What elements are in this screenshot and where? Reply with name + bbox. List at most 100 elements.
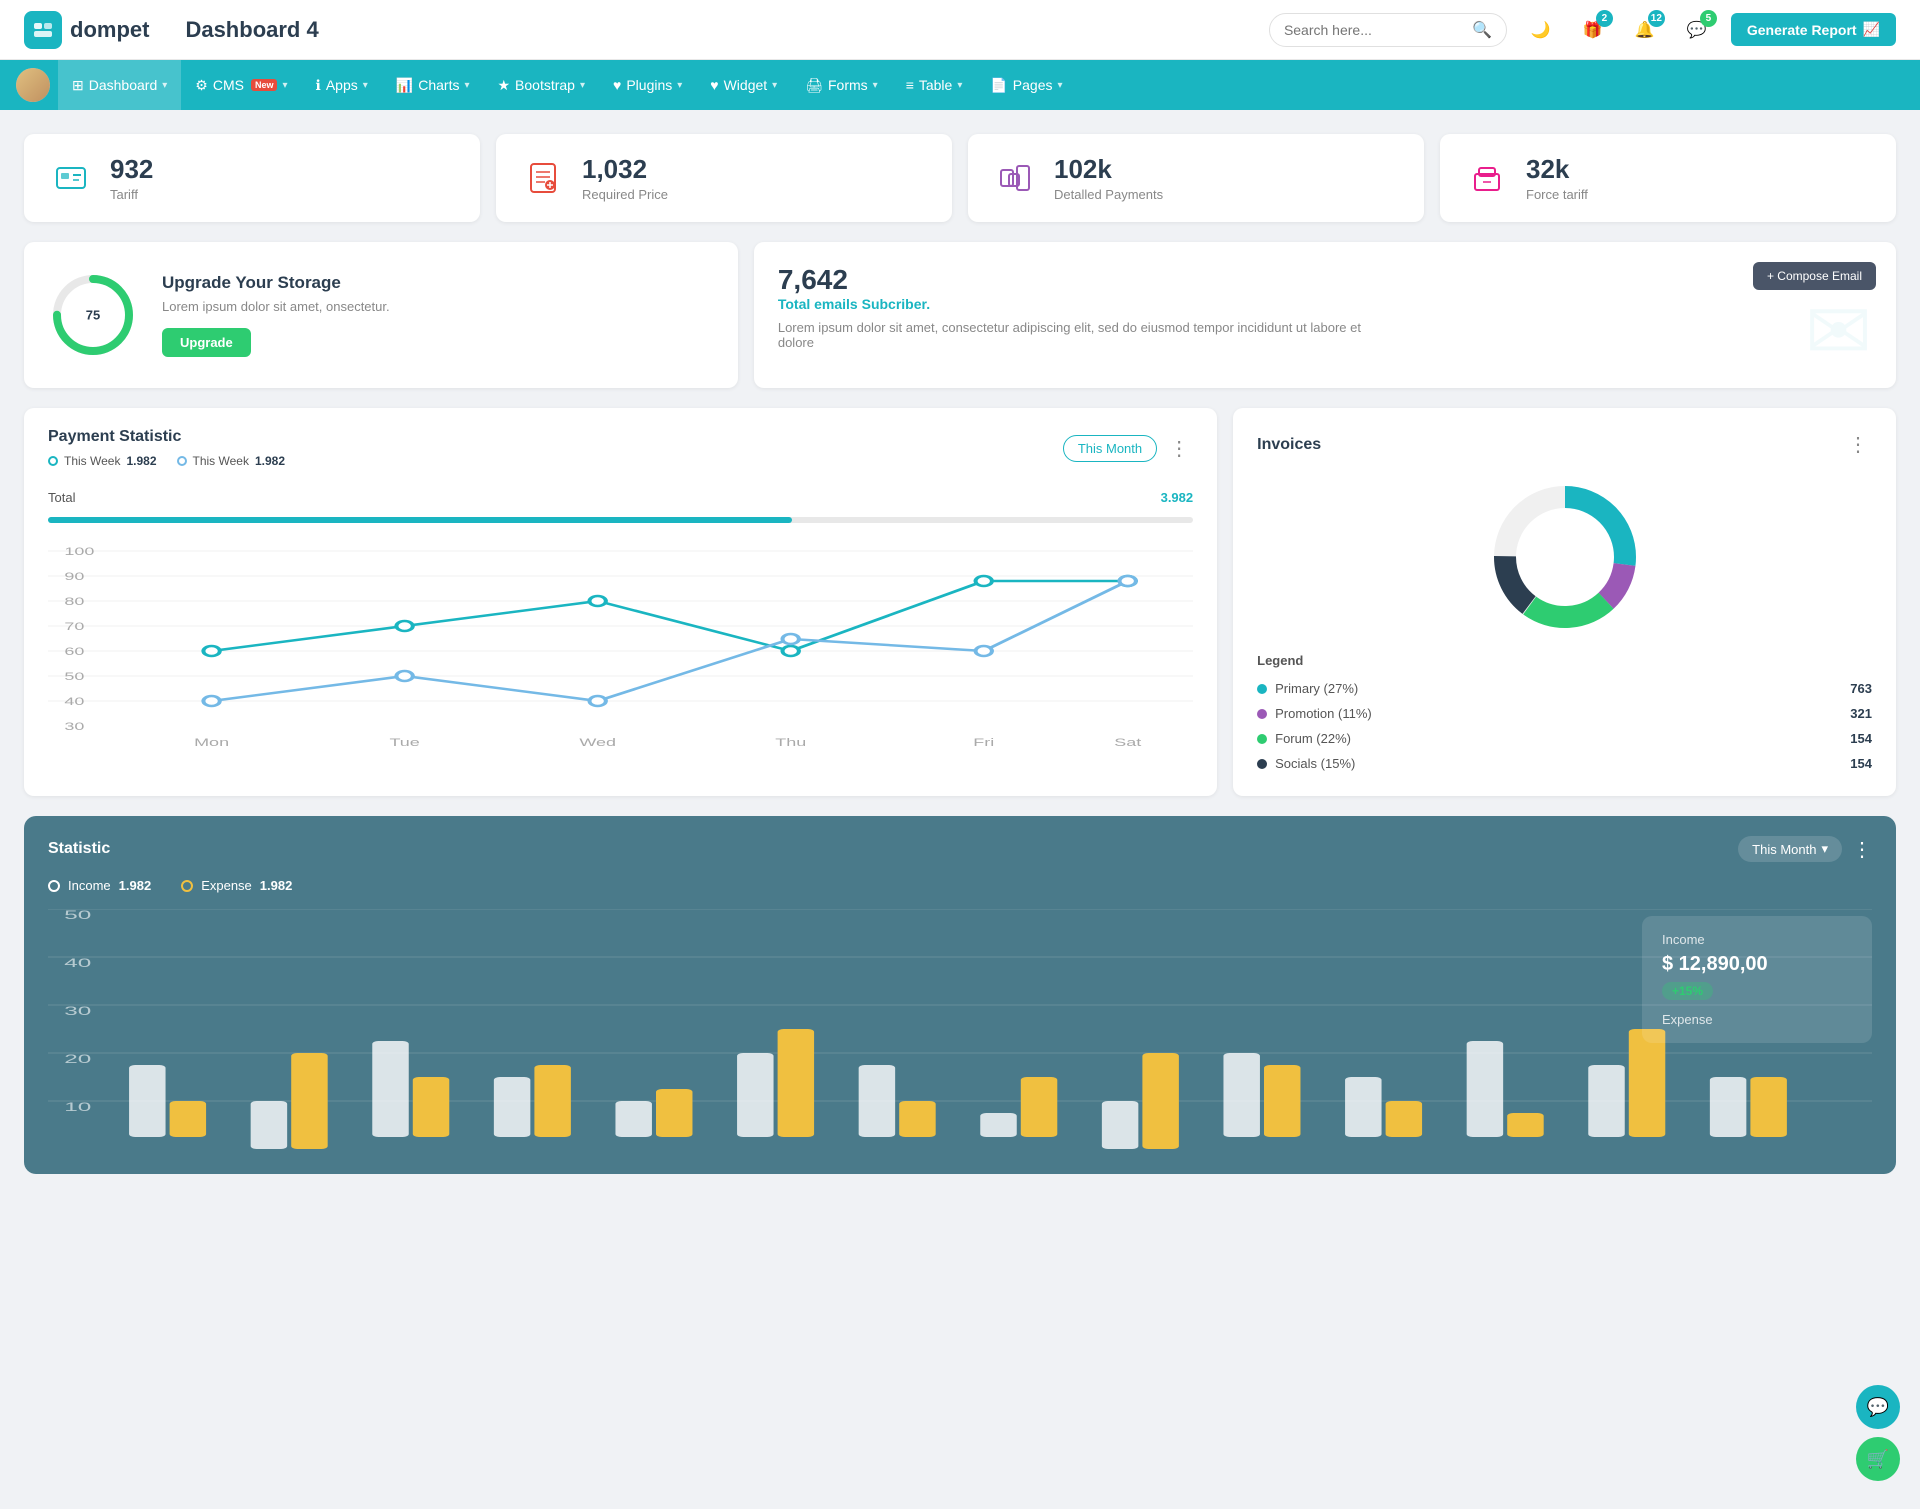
svg-text:Thu: Thu <box>775 737 806 749</box>
income-legend-dot <box>48 880 60 892</box>
pages-nav-label: Pages <box>1013 77 1053 93</box>
nav-item-charts[interactable]: 📊 Charts ▾ <box>382 60 484 110</box>
nav-item-dashboard[interactable]: ⊞ Dashboard ▾ <box>58 60 181 110</box>
cms-new-badge: New <box>251 79 278 91</box>
line-chart-svg: 100 90 80 70 60 50 40 30 Mon Tue Wed Thu… <box>48 531 1193 751</box>
widget-chevron-icon: ▾ <box>772 80 777 91</box>
required-price-label: Required Price <box>582 187 668 202</box>
expense-legend-dot <box>181 880 193 892</box>
storage-info: Upgrade Your Storage Lorem ipsum dolor s… <box>162 273 390 357</box>
generate-report-button[interactable]: Generate Report 📈 <box>1731 13 1896 46</box>
stat-card-required-price: 1,032 Required Price <box>496 134 952 222</box>
svg-text:90: 90 <box>64 571 84 583</box>
plugins-chevron-icon: ▾ <box>677 80 682 91</box>
inv-legend-forum-label: Forum (22%) <box>1257 731 1351 746</box>
nav-item-plugins[interactable]: ♥ Plugins ▾ <box>599 60 696 110</box>
apps-chevron-icon: ▾ <box>363 80 368 91</box>
promotion-label: Promotion (11%) <box>1275 706 1372 721</box>
stat-card-force-tariff: 32k Force tariff <box>1440 134 1896 222</box>
header-right: 🔍 🌙 🎁 2 🔔 12 💬 5 Generate Report 📈 <box>1269 12 1896 48</box>
statistic-section: Statistic This Month ▾ ⋮ Income 1.982 Ex… <box>24 816 1896 1174</box>
nav-item-forms[interactable]: 🖨 Forms ▾ <box>791 60 891 110</box>
header-left: dompet Dashboard 4 <box>24 11 319 49</box>
nav-item-widget[interactable]: ♥ Widget ▾ <box>696 60 791 110</box>
income-info-card: Income $ 12,890,00 +15% Expense <box>1642 916 1872 1043</box>
stat-controls: This Month ▾ ⋮ <box>1738 836 1872 862</box>
stat-filter-label: This Month <box>1752 842 1816 857</box>
stat-more-button[interactable]: ⋮ <box>1852 837 1872 862</box>
payment-filter-button[interactable]: This Month <box>1063 435 1157 462</box>
bootstrap-chevron-icon: ▾ <box>580 80 585 91</box>
forum-label: Forum (22%) <box>1275 731 1351 746</box>
required-price-value: 1,032 <box>582 154 668 185</box>
search-input[interactable] <box>1284 22 1464 38</box>
svg-text:50: 50 <box>64 671 84 683</box>
nav-item-apps[interactable]: ℹ Apps ▾ <box>302 60 382 110</box>
legend-item-0: This Week 1.982 <box>48 454 157 468</box>
storage-title: Upgrade Your Storage <box>162 273 390 293</box>
table-nav-label: Table <box>919 77 952 93</box>
logo-text: dompet <box>70 17 149 43</box>
email-subtitle: Total emails Subcriber. <box>778 296 1872 312</box>
nav-item-pages[interactable]: 📄 Pages ▾ <box>976 60 1076 110</box>
legend-header: Legend <box>1257 653 1872 668</box>
chart-icon: 📈 <box>1863 21 1880 38</box>
storage-percent-label: 75 <box>86 308 100 323</box>
progress-bar <box>48 517 792 523</box>
upgrade-button[interactable]: Upgrade <box>162 328 251 357</box>
search-box[interactable]: 🔍 <box>1269 13 1507 47</box>
tariff-value: 932 <box>110 154 153 185</box>
support-float-button[interactable]: 💬 <box>1856 1385 1900 1429</box>
charts-nav-label: Charts <box>418 77 459 93</box>
income-legend-value: 1.982 <box>119 878 152 893</box>
force-tariff-label: Force tariff <box>1526 187 1588 202</box>
stat-legend: Income 1.982 Expense 1.982 <box>48 878 1872 893</box>
required-price-icon <box>520 155 566 201</box>
stat-filter-button[interactable]: This Month ▾ <box>1738 836 1842 862</box>
expense-legend-value: 1.982 <box>260 878 293 893</box>
svg-text:80: 80 <box>64 596 84 608</box>
charts-row: Payment Statistic This Week 1.982 This W… <box>24 408 1896 796</box>
apps-nav-label: Apps <box>326 77 358 93</box>
cms-chevron-icon: ▾ <box>282 80 287 91</box>
bell-button[interactable]: 🔔 12 <box>1627 12 1663 48</box>
svg-text:60: 60 <box>64 646 84 658</box>
search-icon[interactable]: 🔍 <box>1472 20 1492 40</box>
email-bg-icon: ✉ <box>1805 285 1872 378</box>
statistic-chart-area: 50 40 30 20 10 <box>48 909 1872 1154</box>
chat-button[interactable]: 💬 5 <box>1679 12 1715 48</box>
invoices-more-button[interactable]: ⋮ <box>1844 428 1872 461</box>
charts-chevron-icon: ▾ <box>464 80 469 91</box>
svg-text:40: 40 <box>64 957 91 970</box>
mid-row: 75 Upgrade Your Storage Lorem ipsum dolo… <box>24 242 1896 388</box>
svg-text:100: 100 <box>64 546 94 558</box>
inv-legend-promotion: Promotion (11%) 321 <box>1257 701 1872 726</box>
force-tariff-value: 32k <box>1526 154 1588 185</box>
promotion-value: 321 <box>1850 706 1872 721</box>
force-tariff-icon <box>1464 155 1510 201</box>
shop-float-button[interactable]: 🛒 <box>1856 1437 1900 1481</box>
nav-item-cms[interactable]: ⚙ CMS New ▾ <box>181 60 301 110</box>
moon-toggle[interactable]: 🌙 <box>1523 12 1559 48</box>
logo-icon <box>24 11 62 49</box>
payment-more-button[interactable]: ⋮ <box>1165 432 1193 465</box>
nav-item-bootstrap[interactable]: ★ Bootstrap ▾ <box>483 60 599 110</box>
payment-chart-header: Payment Statistic This Week 1.982 This W… <box>48 428 1193 468</box>
svg-text:30: 30 <box>64 1005 91 1018</box>
socials-value: 154 <box>1850 756 1872 771</box>
legend-dot-1 <box>177 456 187 466</box>
income-info-value: $ 12,890,00 <box>1662 953 1852 976</box>
expense-legend-label: Expense <box>201 878 252 893</box>
force-tariff-info: 32k Force tariff <box>1526 154 1588 202</box>
gift-button[interactable]: 🎁 2 <box>1575 12 1611 48</box>
total-row: Total 3.982 <box>48 482 1193 513</box>
nav-item-table[interactable]: ≡ Table ▾ <box>892 60 977 110</box>
payment-chart-card: Payment Statistic This Week 1.982 This W… <box>24 408 1217 796</box>
email-card: + Compose Email 7,642 Total emails Subcr… <box>754 242 1896 388</box>
total-value: 3.982 <box>1161 490 1194 505</box>
legend-value-1: 1.982 <box>255 454 285 468</box>
bootstrap-nav-label: Bootstrap <box>515 77 575 93</box>
stat-filter-chevron: ▾ <box>1821 841 1828 857</box>
stat-card-payments: 102k Detalled Payments <box>968 134 1424 222</box>
payments-info: 102k Detalled Payments <box>1054 154 1163 202</box>
